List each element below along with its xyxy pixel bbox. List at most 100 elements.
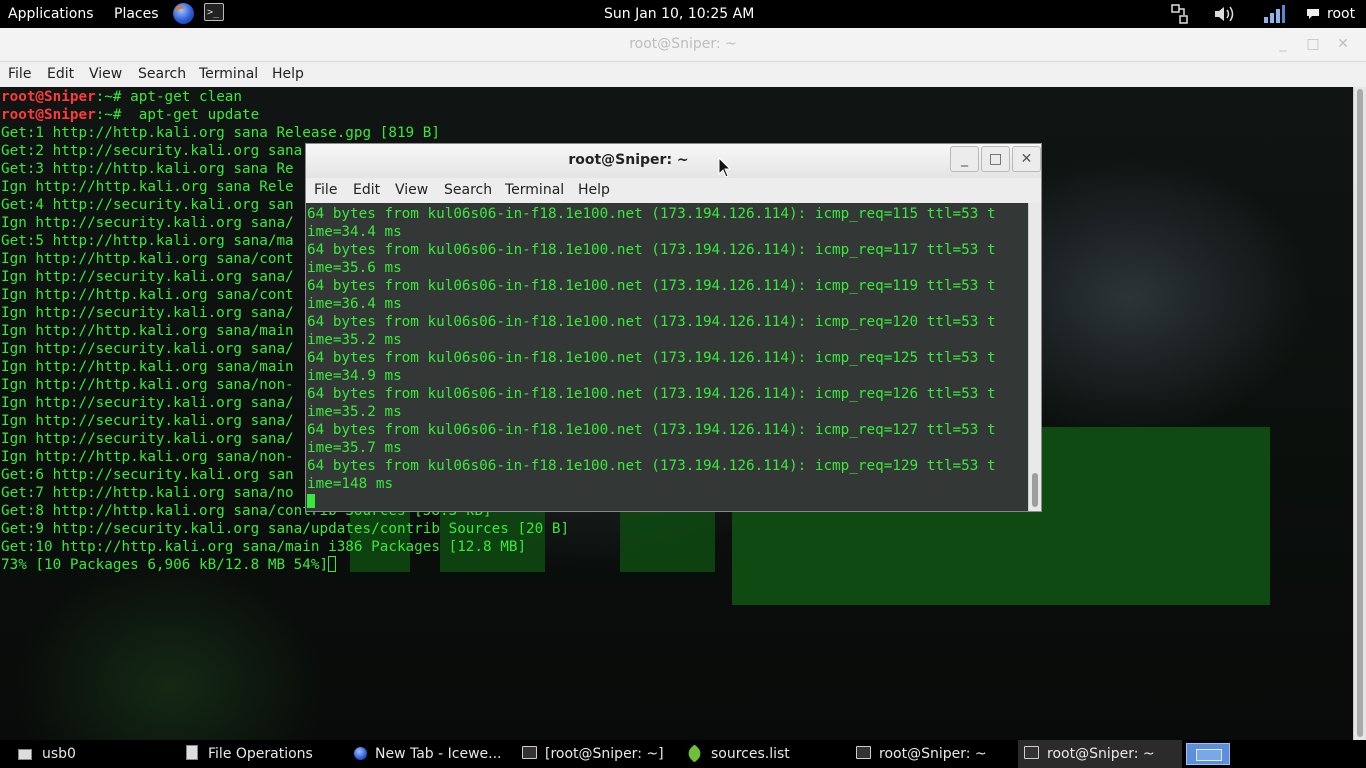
mouse-pointer-icon (718, 157, 732, 178)
terminal-line: 64 bytes from kul06s06-in-f18.1e100.net … (307, 350, 996, 366)
menu-help[interactable]: Help (578, 178, 610, 203)
taskbar-item-new-tab[interactable]: New Tab - Icewe... (354, 740, 514, 768)
clock[interactable]: Sun Jan 10, 10:25 AM (604, 0, 754, 28)
main-menubar: File Edit View Search Terminal Help (0, 62, 1366, 87)
terminal-line-text: Get:2 http://security.kali.org sana (1, 143, 303, 159)
chat-icon[interactable] (1306, 7, 1320, 21)
ping-window-titlebar[interactable]: root@Sniper: ~ _ □ ✕ (306, 144, 1041, 178)
menu-view[interactable]: View (395, 178, 428, 203)
terminal-icon (856, 746, 871, 759)
terminal-line-text: Get:6 http://security.kali.org san (1, 467, 294, 483)
volume-icon[interactable] (1213, 4, 1237, 24)
taskbar: usb0 File Operations New Tab - Icewe... … (0, 740, 1366, 768)
ping-terminal[interactable]: 64 bytes from kul06s06-in-f18.1e100.net … (306, 203, 1028, 511)
terminal-line-text: Ign http://http.kali.org sana/main (1, 359, 294, 375)
terminal-line-text: Ign http://security.kali.org sana/ (1, 305, 294, 321)
menu-edit[interactable]: Edit (47, 62, 74, 87)
terminal-icon[interactable]: >_ (204, 3, 224, 21)
terminal-line: 64 bytes from kul06s06-in-f18.1e100.net … (307, 206, 996, 222)
terminal-line-text: :~# apt-get clean (95, 89, 243, 105)
terminal-line: root@Sniper:~# apt-get update (1, 106, 569, 124)
terminal-line: ime=34.9 ms (307, 368, 402, 384)
text-editor-icon (685, 744, 704, 763)
terminal-line: 64 bytes from kul06s06-in-f18.1e100.net … (307, 422, 996, 438)
terminal-line-text: Get:9 http://security.kali.org sana/upda… (1, 521, 570, 537)
terminal-line: ime=36.4 ms (307, 296, 402, 312)
menu-terminal[interactable]: Terminal (199, 62, 258, 87)
terminal-line: ime=148 ms (307, 476, 394, 492)
menu-terminal[interactable]: Terminal (505, 178, 564, 203)
shell-prompt: root@Sniper (1, 89, 96, 105)
taskbar-label: usb0 (42, 746, 76, 762)
terminal-line: ime=35.2 ms (307, 332, 402, 348)
minimize-button[interactable]: _ (1268, 28, 1298, 61)
terminal-line (307, 493, 996, 511)
places-menu[interactable]: Places (114, 0, 159, 28)
terminal-line: ime=35.7 ms (307, 440, 402, 456)
taskbar-item-file-operations[interactable]: File Operations (186, 740, 346, 768)
main-window-titlebar[interactable]: root@Sniper: ~ _ □ ✕ (0, 28, 1366, 62)
main-scrollbar[interactable] (1353, 87, 1366, 740)
terminal-cursor (328, 556, 337, 572)
terminal-line: Get:9 http://security.kali.org sana/upda… (1, 520, 569, 538)
menu-edit[interactable]: Edit (353, 178, 380, 203)
menu-search[interactable]: Search (444, 178, 492, 203)
taskbar-item-terminal-3[interactable]: root@Sniper: ~ (1018, 740, 1182, 768)
menu-file[interactable]: File (8, 62, 31, 87)
terminal-line-text: :~# apt-get update (95, 107, 260, 123)
shell-prompt: root@Sniper (1, 107, 96, 123)
terminal-line-text: Get:7 http://http.kali.org sana/no (1, 485, 294, 501)
menu-search[interactable]: Search (138, 62, 186, 87)
terminal-line-text: Get:4 http://security.kali.org san (1, 197, 294, 213)
terminal-icon (1024, 746, 1039, 759)
maximize-button[interactable]: □ (1298, 28, 1328, 61)
workspace-window-thumb (1196, 749, 1222, 761)
terminal-line: 64 bytes from kul06s06-in-f18.1e100.net … (307, 278, 996, 294)
network-icon[interactable] (1170, 3, 1190, 25)
taskbar-item-terminal-2[interactable]: root@Sniper: ~ (856, 740, 1016, 768)
terminal-line: Get:10 http://http.kali.org sana/main i3… (1, 538, 569, 556)
terminal-line-text: Ign http://http.kali.org sana/cont (1, 251, 294, 267)
terminal-line-text: Ign http://http.kali.org sana/non- (1, 449, 294, 465)
workspace-switcher[interactable] (1186, 743, 1230, 765)
menu-file[interactable]: File (314, 178, 337, 203)
terminal-cursor (307, 494, 315, 508)
maximize-button[interactable]: □ (981, 146, 1010, 172)
scrollbar-thumb[interactable] (1357, 89, 1363, 737)
terminal-line: ime=34.4 ms (307, 224, 402, 240)
terminal-line-text: Get:3 http://http.kali.org sana Re (1, 161, 294, 177)
terminal-line-text: Ign http://security.kali.org sana/ (1, 215, 294, 231)
terminal-line-text: Ign http://http.kali.org sana Rele (1, 179, 294, 195)
terminal-line-text: Ign http://security.kali.org sana/ (1, 431, 294, 447)
scrollbar-thumb[interactable] (1032, 473, 1038, 507)
applications-menu[interactable]: Applications (8, 0, 94, 28)
close-button[interactable]: ✕ (1012, 146, 1041, 172)
file-icon (186, 745, 198, 760)
ping-terminal-window[interactable]: root@Sniper: ~ _ □ ✕ File Edit View Sear… (305, 143, 1042, 512)
terminal-line-text: Ign http://security.kali.org sana/ (1, 413, 294, 429)
terminal-line-text: Ign http://security.kali.org sana/ (1, 341, 294, 357)
terminal-line: 64 bytes from kul06s06-in-f18.1e100.net … (307, 242, 996, 258)
taskbar-item-sources-list[interactable]: sources.list (685, 740, 848, 768)
signal-icon[interactable] (1262, 3, 1286, 25)
menu-view[interactable]: View (89, 62, 122, 87)
ping-window-menubar: File Edit View Search Terminal Help (306, 178, 1041, 203)
taskbar-item-usb0[interactable]: usb0 (18, 740, 168, 768)
ping-scrollbar[interactable] (1028, 203, 1041, 511)
terminal-line-text: Ign http://security.kali.org sana/ (1, 269, 294, 285)
close-button[interactable]: ✕ (1328, 28, 1358, 61)
user-menu[interactable]: root (1327, 0, 1355, 28)
terminal-line-text: Ign http://security.kali.org sana/ (1, 395, 294, 411)
taskbar-item-terminal-1[interactable]: [root@Sniper: ~] (522, 740, 682, 768)
terminal-line-text: Ign http://http.kali.org sana/main (1, 323, 294, 339)
menu-help[interactable]: Help (272, 62, 304, 87)
terminal-line-text: Get:10 http://http.kali.org sana/main i3… (1, 539, 527, 555)
taskbar-label: root@Sniper: ~ (879, 746, 987, 762)
taskbar-label: sources.list (711, 746, 790, 762)
minimize-button[interactable]: _ (950, 146, 979, 172)
terminal-line: Get:1 http://http.kali.org sana Release.… (1, 124, 569, 142)
taskbar-label: File Operations (208, 746, 313, 762)
taskbar-label: root@Sniper: ~ (1047, 746, 1155, 762)
iceweasel-icon[interactable] (173, 3, 194, 24)
top-panel: Applications Places >_ Sun Jan 10, 10:25… (0, 0, 1366, 28)
